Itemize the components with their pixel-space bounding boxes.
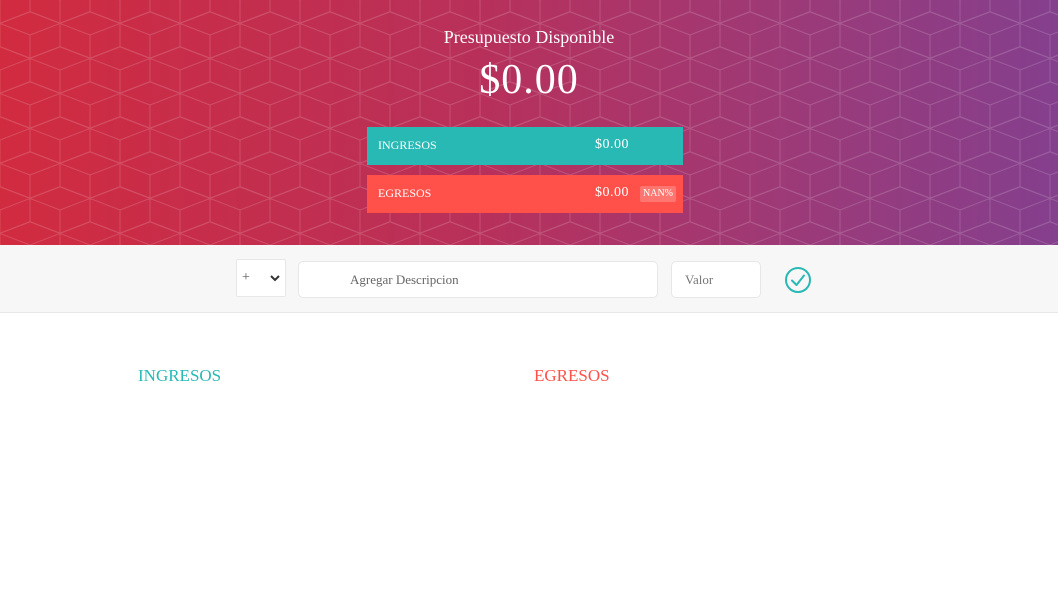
description-input[interactable]: Agregar Descripcion [298, 261, 658, 298]
chevron-down-icon [270, 275, 280, 282]
check-circle-icon[interactable] [784, 266, 812, 294]
type-select[interactable]: + [236, 259, 286, 297]
add-item-bar: + Agregar Descripcion Valor [0, 245, 1058, 313]
value-input[interactable]: Valor [671, 261, 761, 298]
budget-header: Presupuesto Disponible $0.00 INGRESOS $0… [0, 0, 1058, 245]
budget-income-label: INGRESOS [378, 138, 437, 152]
income-list-title: INGRESOS [138, 366, 222, 385]
budget-expense-value: $0.00 [595, 185, 629, 200]
expense-list-title: EGRESOS [534, 366, 610, 385]
budget-income-row: INGRESOS $0.00 [367, 127, 683, 165]
budget-expense-label: EGRESOS [378, 186, 432, 200]
budget-expense-percentage-badge: NAN% [640, 186, 676, 202]
budget-title: Presupuesto Disponible [443, 27, 615, 47]
type-select-value: + [242, 270, 250, 285]
budget-income-value: $0.00 [595, 137, 629, 152]
budget-total-value: $0.00 [479, 57, 579, 103]
description-placeholder: Agregar Descripcion [350, 272, 459, 287]
budget-expense-row: EGRESOS $0.00 NAN% [367, 175, 683, 213]
value-placeholder: Valor [685, 272, 714, 287]
